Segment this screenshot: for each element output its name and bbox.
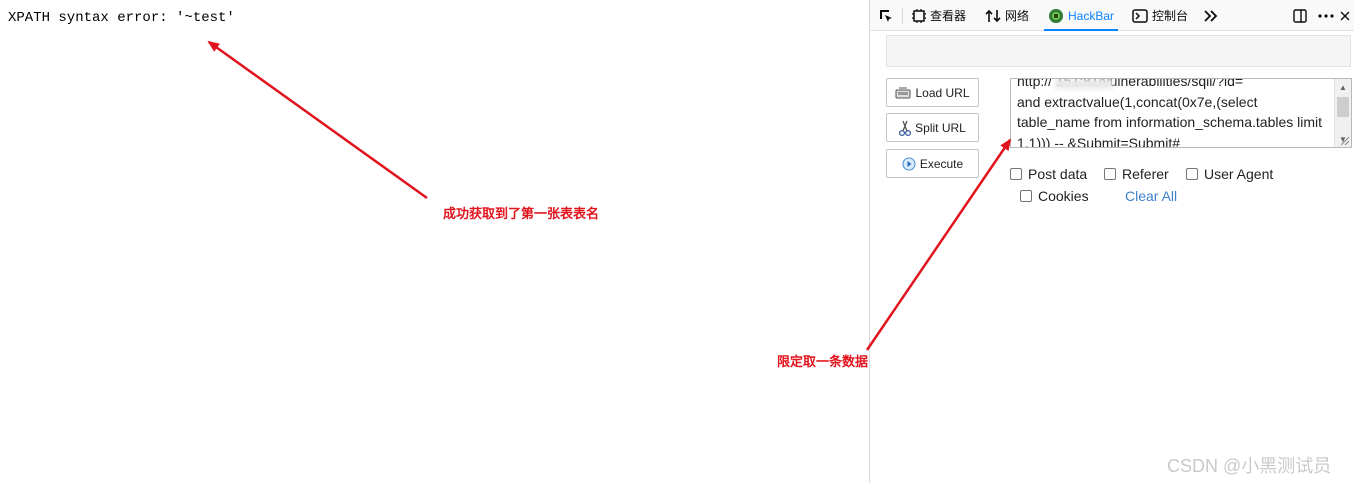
arrow-to-limit-clause	[865, 138, 1012, 351]
csdn-watermark: CSDN @小黑测试员	[1167, 456, 1332, 476]
arrow-to-error-text	[207, 40, 428, 200]
annotation-first-table: 成功获取到了第一张表表名	[443, 206, 600, 221]
annotation-limit-one: 限定取一条数据	[777, 354, 869, 369]
annotation-arrows	[207, 40, 1012, 351]
